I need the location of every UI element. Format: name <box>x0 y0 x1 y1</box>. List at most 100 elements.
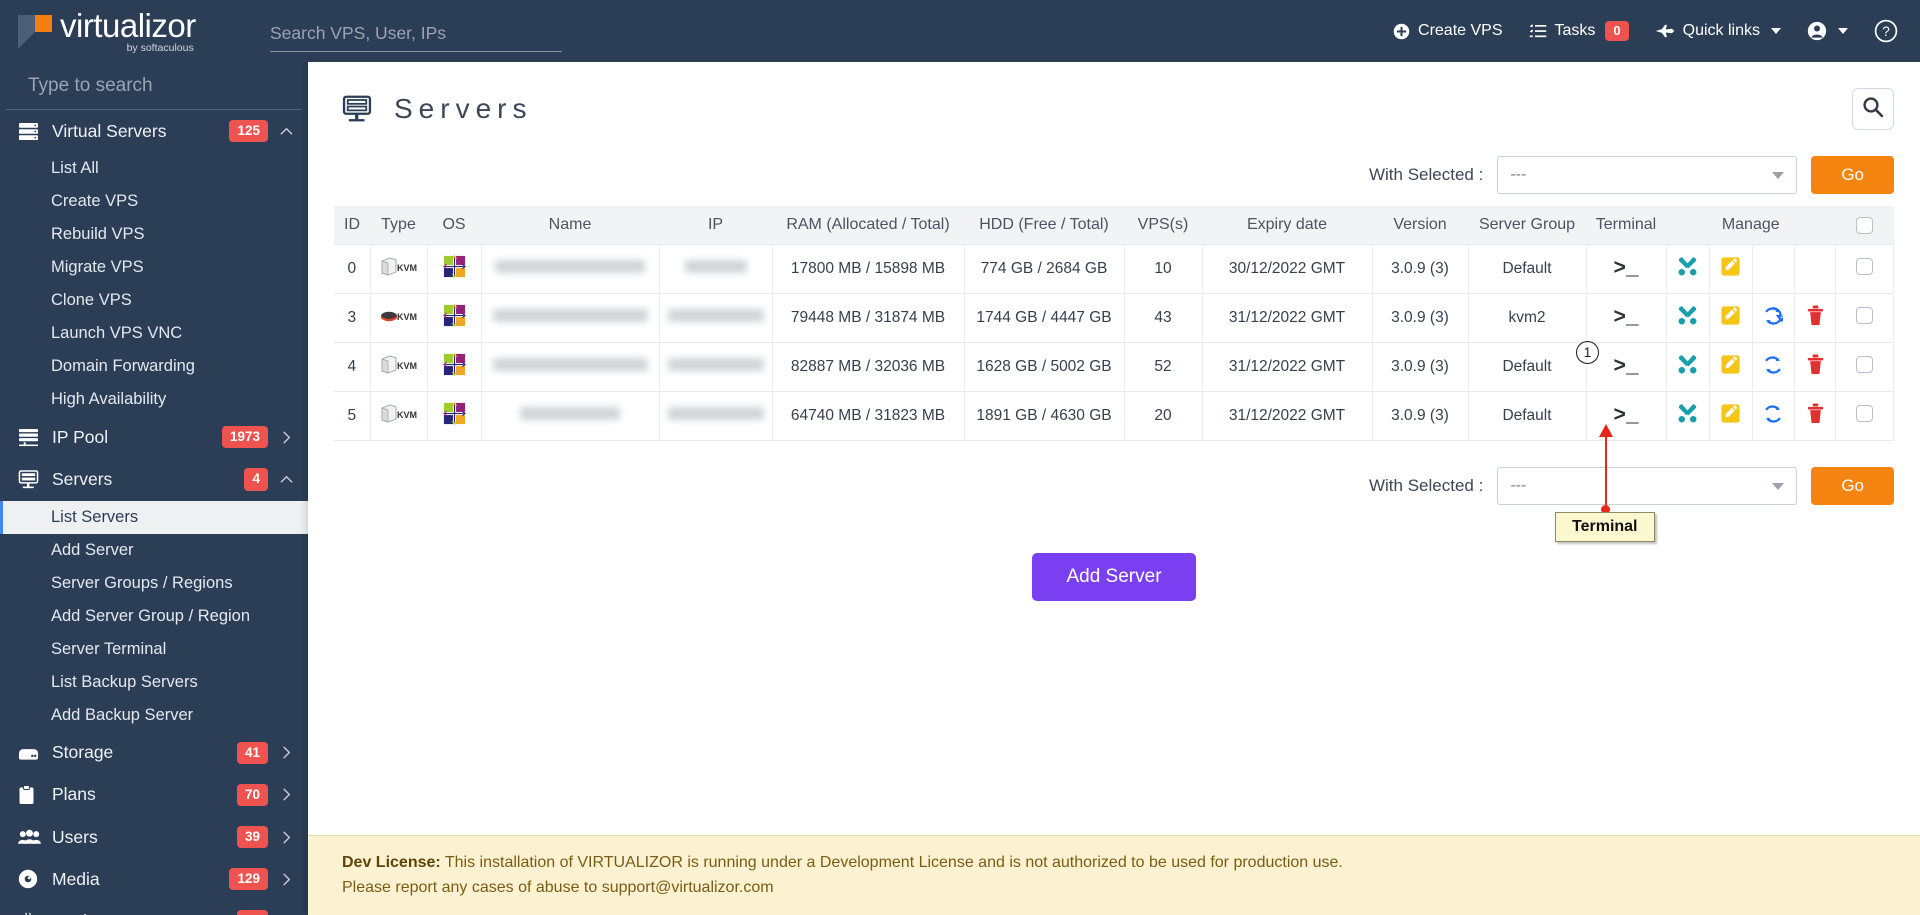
sidebar-item-server-terminal[interactable]: Server Terminal <box>0 633 308 666</box>
cell-manage-edit[interactable] <box>1709 244 1753 294</box>
row-checkbox[interactable] <box>1856 405 1873 422</box>
sidebar-group-recipes[interactable]: Recipes 19 <box>0 900 308 915</box>
sidebar-group-plans[interactable]: Plans 70 <box>0 774 308 816</box>
with-selected-dropdown-top[interactable]: --- <box>1497 156 1798 194</box>
row-checkbox[interactable] <box>1856 356 1873 373</box>
cell-terminal[interactable]: >_ <box>1586 244 1667 294</box>
tools-icon[interactable] <box>1677 403 1698 424</box>
sidebar-item-domain-forwarding[interactable]: Domain Forwarding <box>0 350 308 383</box>
cell-manage-edit[interactable] <box>1709 293 1753 343</box>
delete-trash-icon[interactable] <box>1806 354 1825 375</box>
account-menu[interactable] <box>1807 21 1848 41</box>
chevron-up-icon <box>278 475 294 484</box>
sync-icon[interactable] <box>1763 306 1784 326</box>
terminal-icon[interactable]: >_ <box>1613 405 1638 428</box>
sidebar-item-migrate-vps[interactable]: Migrate VPS <box>0 251 308 284</box>
table-row[interactable]: 0 KVM 17800 MB / 15898 MB 774 GB / 2684 … <box>334 244 1894 294</box>
add-server-button[interactable]: Add Server <box>1032 553 1196 601</box>
edit-icon[interactable] <box>1720 256 1741 277</box>
sidebar-item-list-servers[interactable]: List Servers <box>0 500 308 534</box>
quick-links-menu[interactable]: Quick links <box>1655 22 1781 40</box>
sync-icon[interactable] <box>1763 404 1783 424</box>
cell-manage-tools[interactable] <box>1666 342 1710 392</box>
sidebar-group-servers[interactable]: Servers 4 <box>0 458 308 500</box>
sidebar-item-high-availability[interactable]: High Availability <box>0 383 308 416</box>
cell-hdd: 1628 GB / 5002 GB <box>964 342 1125 392</box>
sidebar-search-input[interactable] <box>28 75 280 97</box>
terminal-icon[interactable]: >_ <box>1613 258 1638 281</box>
sidebar-item-create-vps[interactable]: Create VPS <box>0 185 308 218</box>
tools-icon[interactable] <box>1677 354 1698 375</box>
cell-terminal[interactable]: >_ <box>1586 293 1667 343</box>
terminal-icon[interactable]: >_ <box>1613 307 1638 330</box>
sidebar-item-add-backup-server[interactable]: Add Backup Server <box>0 699 308 732</box>
go-button-top[interactable]: Go <box>1811 156 1894 194</box>
cell-manage-sync[interactable] <box>1752 293 1796 343</box>
cell-row-checkbox[interactable] <box>1835 391 1894 441</box>
sidebar-group-ip-pool[interactable]: IP Pool 1973 <box>0 416 308 458</box>
terminal-icon[interactable]: >_ <box>1613 356 1638 379</box>
cell-row-checkbox[interactable] <box>1835 244 1894 294</box>
tools-icon[interactable] <box>1677 305 1698 326</box>
edit-icon[interactable] <box>1720 305 1741 326</box>
cell-manage-tools[interactable] <box>1666 391 1710 441</box>
delete-trash-icon[interactable] <box>1806 403 1825 424</box>
tasks-button[interactable]: Tasks 0 <box>1529 20 1629 42</box>
edit-icon[interactable] <box>1720 403 1741 424</box>
delete-trash-icon[interactable] <box>1806 305 1825 326</box>
tools-icon[interactable] <box>1677 256 1698 277</box>
sidebar-group-storage[interactable]: Storage 41 <box>0 732 308 774</box>
chevron-right-icon <box>278 873 294 886</box>
row-checkbox[interactable] <box>1856 258 1873 275</box>
sidebar-item-launch-vps-vnc[interactable]: Launch VPS VNC <box>0 317 308 350</box>
table-row[interactable]: 3 KVM 79448 MB / 31874 MB 1744 GB / 4447… <box>334 293 1894 343</box>
edit-icon[interactable] <box>1720 354 1741 375</box>
cell-terminal[interactable]: >_ <box>1586 391 1667 441</box>
sidebar-item-list-all[interactable]: List All <box>0 152 308 185</box>
table-row[interactable]: 4 KVM 82887 MB / 32036 MB 1628 GB / 5002… <box>334 342 1894 392</box>
sidebar-item-clone-vps[interactable]: Clone VPS <box>0 284 308 317</box>
cell-row-checkbox[interactable] <box>1835 293 1894 343</box>
global-search-input[interactable] <box>270 23 562 44</box>
sidebar-search-field[interactable] <box>6 62 302 110</box>
cell-terminal[interactable]: >_ <box>1586 342 1667 392</box>
with-selected-dropdown-bottom[interactable]: --- <box>1497 467 1798 505</box>
cell-manage-edit[interactable] <box>1709 391 1753 441</box>
cell-manage-edit[interactable] <box>1709 342 1753 392</box>
sidebar-group-media[interactable]: Media 129 <box>0 858 308 900</box>
app-root: virtualizor by softaculous Create VPS <box>0 0 1920 915</box>
sidebar-item-add-server-group-region[interactable]: Add Server Group / Region <box>0 600 308 633</box>
select-all-checkbox[interactable] <box>1856 216 1873 234</box>
cell-manage-delete[interactable] <box>1794 293 1836 343</box>
ip-pool-icon <box>18 428 48 447</box>
table-row[interactable]: 5 KVM 64740 MB / 31823 MB 1891 GB / 4630… <box>334 391 1894 441</box>
with-selected-value: --- <box>1510 477 1527 494</box>
search-toggle-button[interactable] <box>1852 88 1894 130</box>
sidebar-group-virtual-servers[interactable]: Virtual Servers 125 <box>0 110 308 152</box>
main-content: Servers With Selected : --- Go ID Type O… <box>308 62 1920 915</box>
row-checkbox[interactable] <box>1856 307 1873 324</box>
sidebar-item-add-server[interactable]: Add Server <box>0 534 308 567</box>
sidebar-group-users[interactable]: Users 39 <box>0 816 308 858</box>
cell-row-checkbox[interactable] <box>1835 342 1894 392</box>
license-title: Dev License: <box>342 853 441 871</box>
cell-manage-sync[interactable] <box>1752 342 1796 392</box>
global-search-field[interactable] <box>270 23 562 52</box>
cell-manage-delete[interactable] <box>1794 342 1836 392</box>
sidebar-item-list-backup-servers[interactable]: List Backup Servers <box>0 666 308 699</box>
cell-ip <box>659 293 773 343</box>
brand-logo-area[interactable]: virtualizor by softaculous <box>0 9 262 54</box>
cell-manage-delete[interactable] <box>1794 391 1836 441</box>
dev-license-notice: Dev License: This installation of VIRTUA… <box>308 834 1920 915</box>
go-button-bottom[interactable]: Go <box>1811 467 1894 505</box>
help-button[interactable]: ? <box>1874 19 1898 43</box>
sidebar-item-server-groups-regions[interactable]: Server Groups / Regions <box>0 567 308 600</box>
create-vps-button[interactable]: Create VPS <box>1393 22 1503 40</box>
quick-links-label: Quick links <box>1682 22 1760 39</box>
centos-os-icon <box>442 254 467 279</box>
cell-manage-tools[interactable] <box>1666 244 1710 294</box>
cell-manage-tools[interactable] <box>1666 293 1710 343</box>
sidebar-item-rebuild-vps[interactable]: Rebuild VPS <box>0 218 308 251</box>
sync-icon[interactable] <box>1763 355 1783 375</box>
cell-manage-sync[interactable] <box>1752 391 1796 441</box>
